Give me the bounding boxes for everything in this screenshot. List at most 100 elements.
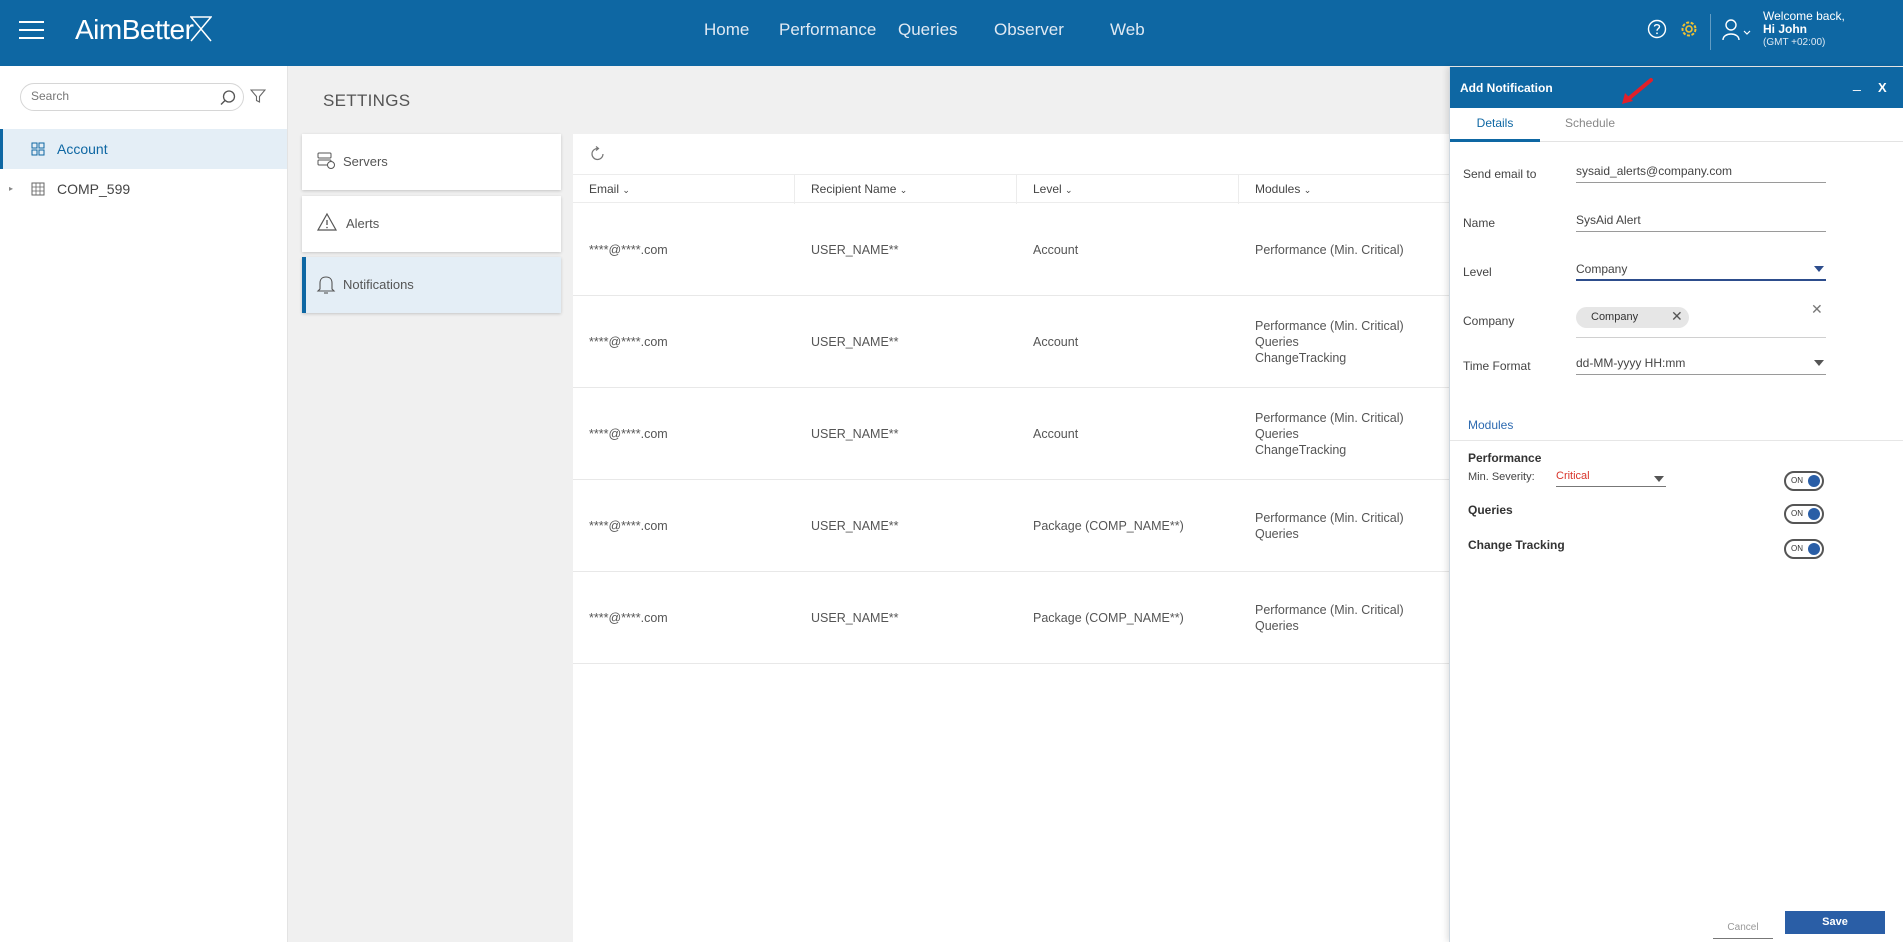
cell-modules: Performance (Min. Critical) bbox=[1239, 204, 1404, 296]
dropdown-arrow-icon bbox=[1654, 476, 1664, 482]
column-header-level[interactable]: Level ⌄ bbox=[1017, 175, 1239, 204]
column-header-label: Modules bbox=[1255, 182, 1301, 196]
warning-icon bbox=[316, 212, 338, 231]
module-entry: Performance (Min. Critical) bbox=[1255, 243, 1404, 257]
nav-queries[interactable]: Queries bbox=[898, 0, 958, 66]
search-icon[interactable] bbox=[219, 89, 237, 107]
hamburger-menu-icon[interactable] bbox=[19, 21, 44, 41]
minimize-button[interactable]: _ bbox=[1853, 75, 1861, 91]
company-chip-label: Company bbox=[1591, 311, 1639, 323]
min-severity-label: Min. Severity: bbox=[1468, 471, 1535, 483]
cell-level: Account bbox=[1033, 335, 1079, 349]
cell-email: ****@****.com bbox=[589, 427, 668, 441]
logo-mark-icon bbox=[190, 16, 212, 42]
help-icon[interactable] bbox=[1647, 19, 1667, 39]
timezone-label: (GMT +02:00) bbox=[1763, 37, 1826, 48]
table-row[interactable]: ****@****.com USER_NAME** Account Perfor… bbox=[573, 204, 1449, 296]
table-row[interactable]: ****@****.com USER_NAME** Package (COMP_… bbox=[573, 480, 1449, 572]
settings-menu-servers[interactable]: Servers bbox=[302, 134, 561, 190]
gear-icon[interactable] bbox=[1678, 18, 1700, 40]
cell-recipient: USER_NAME** bbox=[811, 427, 899, 441]
module-entry: Queries bbox=[1255, 427, 1299, 441]
nav-home[interactable]: Home bbox=[704, 0, 749, 66]
cell-level: Package (COMP_NAME**) bbox=[1033, 611, 1184, 625]
cell-modules: Performance (Min. Critical) Queries Chan… bbox=[1239, 296, 1404, 388]
nav-web[interactable]: Web bbox=[1110, 0, 1145, 66]
toggle-state-label: ON bbox=[1791, 509, 1803, 518]
building-icon bbox=[31, 182, 45, 196]
filter-icon[interactable] bbox=[250, 88, 266, 104]
toggle-knob bbox=[1808, 475, 1820, 487]
dialog-title: Add Notification bbox=[1460, 81, 1553, 95]
cell-modules: Performance (Min. Critical) Queries bbox=[1239, 572, 1404, 664]
module-performance-label: Performance bbox=[1468, 451, 1542, 465]
company-field-underline bbox=[1576, 337, 1826, 338]
min-severity-select[interactable]: Critical bbox=[1556, 470, 1666, 487]
send-email-field[interactable]: sysaid_alerts@company.com bbox=[1576, 159, 1826, 183]
cell-modules: Performance (Min. Critical) Queries Chan… bbox=[1239, 388, 1404, 480]
top-navigation-bar: AimBetter Home Performance Queries Obser… bbox=[0, 0, 1903, 66]
toggle-state-label: ON bbox=[1791, 476, 1803, 485]
save-button[interactable]: Save bbox=[1785, 911, 1885, 934]
queries-toggle[interactable]: ON bbox=[1784, 504, 1824, 524]
close-button[interactable]: X bbox=[1878, 80, 1887, 95]
module-entry: Queries bbox=[1255, 335, 1299, 349]
time-format-value: dd-MM-yyyy HH:mm bbox=[1576, 356, 1686, 370]
bell-icon bbox=[316, 276, 336, 294]
module-change-tracking-label: Change Tracking bbox=[1468, 538, 1565, 552]
dialog-header: Add Notification _ X bbox=[1450, 67, 1903, 108]
toggle-knob bbox=[1808, 543, 1820, 555]
modules-section-title: Modules bbox=[1468, 418, 1514, 432]
cell-recipient: USER_NAME** bbox=[811, 519, 899, 533]
cancel-button[interactable]: Cancel bbox=[1713, 918, 1773, 939]
tab-schedule[interactable]: Schedule bbox=[1545, 108, 1635, 142]
user-menu-icon[interactable] bbox=[1722, 18, 1752, 42]
chip-remove-icon[interactable]: ✕ bbox=[1671, 308, 1683, 325]
dropdown-arrow-icon bbox=[1814, 266, 1824, 272]
time-format-select[interactable]: dd-MM-yyyy HH:mm bbox=[1576, 351, 1826, 375]
change-tracking-toggle[interactable]: ON bbox=[1784, 539, 1824, 559]
toggle-knob bbox=[1808, 508, 1820, 520]
clear-company-icon[interactable]: ✕ bbox=[1811, 301, 1823, 318]
module-entry: ChangeTracking bbox=[1255, 351, 1347, 365]
table-row[interactable]: ****@****.com USER_NAME** Account Perfor… bbox=[573, 296, 1449, 388]
cell-recipient: USER_NAME** bbox=[811, 611, 899, 625]
app-logo: AimBetter bbox=[75, 14, 194, 45]
column-header-label: Email bbox=[589, 182, 620, 196]
table-row[interactable]: ****@****.com USER_NAME** Account Perfor… bbox=[573, 388, 1449, 480]
module-entry: ChangeTracking bbox=[1255, 443, 1347, 457]
sidebar-item-label: COMP_599 bbox=[57, 181, 131, 197]
tab-details[interactable]: Details bbox=[1450, 108, 1540, 142]
refresh-icon[interactable] bbox=[589, 145, 607, 163]
welcome-block: Welcome back, Hi John (GMT +02:00) bbox=[1763, 10, 1845, 49]
settings-menu-notifications[interactable]: Notifications bbox=[302, 257, 561, 313]
name-field[interactable]: SysAid Alert bbox=[1576, 208, 1826, 232]
table-row[interactable]: ****@****.com USER_NAME** Package (COMP_… bbox=[573, 572, 1449, 664]
level-select[interactable]: Company bbox=[1576, 257, 1826, 281]
module-entry: Performance (Min. Critical) bbox=[1255, 411, 1404, 425]
sidebar-item-comp[interactable]: ▸ COMP_599 bbox=[0, 169, 287, 209]
settings-menu-label: Notifications bbox=[343, 277, 414, 292]
column-header-email[interactable]: Email ⌄ bbox=[573, 175, 795, 204]
annotation-arrow-icon bbox=[1622, 78, 1653, 104]
cell-level: Package (COMP_NAME**) bbox=[1033, 519, 1184, 533]
sidebar-item-account[interactable]: Account bbox=[0, 129, 287, 169]
table-header: Email ⌄ Recipient Name ⌄ Level ⌄ Modules… bbox=[573, 174, 1449, 204]
cell-email: ****@****.com bbox=[589, 519, 668, 533]
column-header-recipient[interactable]: Recipient Name ⌄ bbox=[795, 175, 1017, 204]
module-entry: Performance (Min. Critical) bbox=[1255, 319, 1404, 333]
expand-arrow-icon[interactable]: ▸ bbox=[9, 169, 13, 209]
dialog-tabs: Details Schedule bbox=[1450, 108, 1903, 142]
cell-modules: Performance (Min. Critical) Queries bbox=[1239, 480, 1404, 572]
nav-observer[interactable]: Observer bbox=[994, 0, 1064, 66]
grid-icon bbox=[31, 142, 45, 156]
search-input[interactable] bbox=[31, 89, 211, 103]
left-sidebar: Account ▸ COMP_599 bbox=[0, 66, 288, 942]
settings-menu-alerts[interactable]: Alerts bbox=[302, 196, 561, 252]
nav-performance[interactable]: Performance bbox=[779, 0, 876, 66]
module-entry: Performance (Min. Critical) bbox=[1255, 511, 1404, 525]
company-chip: Company ✕ bbox=[1576, 307, 1689, 328]
column-header-modules[interactable]: Modules ⌄ bbox=[1239, 175, 1449, 204]
performance-toggle[interactable]: ON bbox=[1784, 471, 1824, 491]
cell-email: ****@****.com bbox=[589, 335, 668, 349]
